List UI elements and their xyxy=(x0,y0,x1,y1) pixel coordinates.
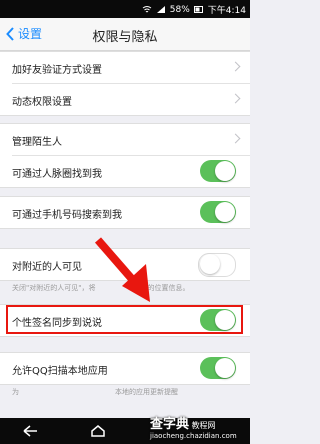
red-arrow-icon xyxy=(94,237,150,302)
back-nav-icon[interactable] xyxy=(22,425,38,437)
watermark: 查字典 教程网 jiaocheng.chazidian.com xyxy=(150,413,237,440)
watermark-url: jiaocheng.chazidian.com xyxy=(150,432,237,440)
home-nav-icon[interactable] xyxy=(90,425,106,437)
watermark-subtitle: 教程网 xyxy=(191,421,216,430)
watermark-title: 查字典 xyxy=(150,417,190,432)
